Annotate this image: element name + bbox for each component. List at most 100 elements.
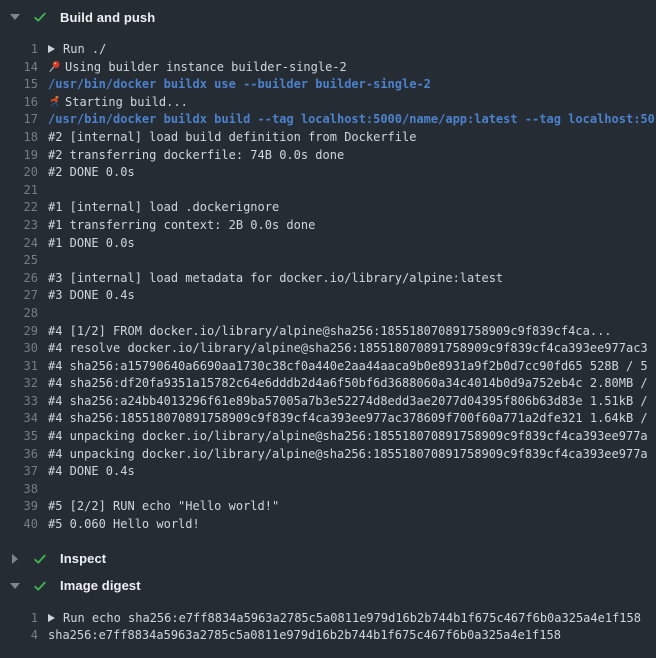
line-number[interactable]: 32 [0,375,38,393]
line-number[interactable]: 40 [0,516,38,534]
log-line: 24 #1 DONE 0.0s [0,235,656,253]
line-content: #4 [1/2] FROM docker.io/library/alpine@s… [48,323,656,341]
line-content [48,252,656,270]
section-title: Image digest [60,578,141,593]
expand-arrow-icon[interactable] [48,614,55,622]
section-inspect: Inspect [0,542,656,569]
line-content: #1 [internal] load .dockerignore [48,199,656,217]
line-content: #4 sha256:df20fa9351a15782c64e6dddb2d4a6… [48,375,656,393]
line-content: #5 [2/2] RUN echo "Hello world!" [48,498,656,516]
line-content: #2 DONE 0.0s [48,164,656,182]
log-line: 26 #3 [internal] load metadata for docker… [0,270,656,288]
log-line: 34 #4 sha256:185518070891758909c9f839cf4c… [0,410,656,428]
log-line: 30#4 resolve docker.io/library/alpine@sh… [0,340,656,358]
line-number[interactable]: 24 [0,235,38,253]
line-content [48,305,656,323]
line-text: #5 [2/2] RUN echo "Hello world!" [48,499,279,513]
check-icon [33,10,47,24]
line-text: #3 [internal] load metadata for docker.i… [48,271,503,285]
line-text: sha256:e7ff8834a5963a2785c5a0811e979d16b… [48,628,561,642]
line-content: #4 DONE 0.4s [48,463,656,481]
section-build-and-push: Build and push 1Run ./14 Using builder ins… [0,0,656,542]
log-line: 39 #5 [2/2] RUN echo "Hello world!" [0,498,656,516]
line-content: #2 transferring dockerfile: 74B 0.0s don… [48,147,656,165]
line-number[interactable]: 34 [0,410,38,428]
line-number[interactable]: 14 [0,59,38,77]
line-number[interactable]: 1 [0,610,38,628]
line-text: #2 [internal] load build definition from… [48,130,416,144]
log-line: 21 [0,182,656,200]
line-text: #4 DONE 0.4s [48,464,135,478]
runner-icon [48,95,65,108]
log-sections: Build and push1Run ./14Using builder ins… [0,0,656,653]
line-text: #4 unpacking docker.io/library/alpine@sh… [48,429,648,443]
line-number[interactable]: 36 [0,446,38,464]
line-number[interactable]: 31 [0,358,38,376]
log-line: 36 #4 unpacking docker.io/library/alpine@… [0,446,656,464]
log-line: 16 Starting build... [0,94,656,112]
section-header-build-and-push[interactable]: Build and push [0,7,656,27]
line-number[interactable]: 15 [0,76,38,94]
line-number[interactable]: 19 [0,147,38,165]
line-number[interactable]: 39 [0,498,38,516]
line-number[interactable]: 4 [0,627,38,645]
line-text: Using builder instance builder-single-2 [65,60,347,74]
line-text: /usr/bin/docker buildx build --tag local… [48,112,655,126]
line-text: #5 0.060 Hello world! [48,517,200,531]
line-content: /usr/bin/docker buildx build --tag local… [48,111,656,129]
line-number[interactable]: 26 [0,270,38,288]
section-title: Build and push [60,10,155,25]
log-line: 28 [0,305,656,323]
line-content: #4 unpacking docker.io/library/alpine@sh… [48,446,656,464]
line-content: /usr/bin/docker buildx use --builder bui… [48,76,656,94]
line-number[interactable]: 38 [0,481,38,499]
log-line: 19 #2 transferring dockerfile: 74B 0.0s d… [0,147,656,165]
section-header-inspect[interactable]: Inspect [0,549,656,569]
line-content: #4 sha256:185518070891758909c9f839cf4ca3… [48,410,656,428]
line-content: #4 unpacking docker.io/library/alpine@sh… [48,428,656,446]
line-number[interactable]: 25 [0,252,38,270]
line-text: #3 DONE 0.4s [48,288,135,302]
line-content: Starting build... [48,94,656,112]
line-number[interactable]: 21 [0,182,38,200]
line-number[interactable]: 18 [0,129,38,147]
log-lines: 1Run echo sha256:e7ff8834a5963a2785c5a08… [0,610,656,653]
line-content: #3 DONE 0.4s [48,287,656,305]
line-content [48,182,656,200]
log-line: 35 #4 unpacking docker.io/library/alpine@… [0,428,656,446]
line-number[interactable]: 35 [0,428,38,446]
line-number[interactable]: 23 [0,217,38,235]
line-content: Using builder instance builder-single-2 [48,59,656,77]
line-number[interactable]: 20 [0,164,38,182]
chevron-down-icon[interactable] [9,14,21,20]
line-content: #1 DONE 0.0s [48,235,656,253]
log-line: 31#4 sha256:a15790640a6690aa1730c38cf0a4… [0,358,656,376]
pushpin-icon [48,60,65,73]
line-text: #2 DONE 0.0s [48,165,135,179]
line-number[interactable]: 29 [0,323,38,341]
log-line: 33 #4 sha256:a24bb4013296f61e89ba57005a7b… [0,393,656,411]
log-line: 38 [0,481,656,499]
line-text: #2 transferring dockerfile: 74B 0.0s don… [48,148,344,162]
line-number[interactable]: 33 [0,393,38,411]
line-number[interactable]: 16 [0,94,38,112]
line-number[interactable]: 22 [0,199,38,217]
log-line: 1Run ./ [0,41,656,59]
line-content: #5 0.060 Hello world! [48,516,656,534]
section-header-image-digest[interactable]: Image digest [0,576,656,596]
line-text: #4 sha256:a24bb4013296f61e89ba57005a7b3e… [48,394,648,408]
line-number[interactable]: 17 [0,111,38,129]
expand-arrow-icon[interactable] [48,45,55,53]
line-number[interactable]: 28 [0,305,38,323]
line-number[interactable]: 30 [0,340,38,358]
line-content [48,481,656,499]
line-number[interactable]: 37 [0,463,38,481]
line-text: Starting build... [65,95,188,109]
line-number[interactable]: 1 [0,41,38,59]
line-text: #1 DONE 0.0s [48,236,135,250]
line-number[interactable]: 27 [0,287,38,305]
chevron-right-icon[interactable] [9,554,21,564]
section-image-digest: Image digest 1Run echo sha256:e7ff8834a59… [0,569,656,653]
chevron-down-icon[interactable] [9,583,21,589]
line-content: sha256:e7ff8834a5963a2785c5a0811e979d16b… [48,627,656,645]
